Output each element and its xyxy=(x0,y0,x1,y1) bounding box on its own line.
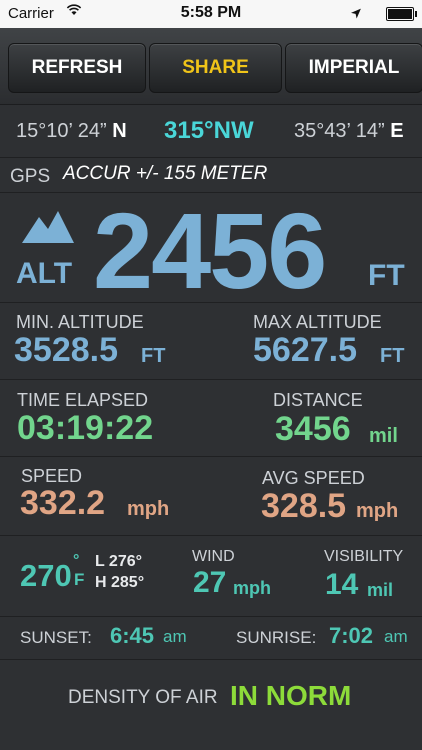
altitude-label: ALT xyxy=(16,257,73,290)
refresh-button[interactable]: REFRESH xyxy=(8,43,146,93)
temperature-unit: F xyxy=(74,570,85,589)
latitude-value: 15°10’ 24” xyxy=(16,120,107,142)
avg-speed-label: AVG SPEED xyxy=(262,468,365,488)
sunset-label: SUNSET: xyxy=(20,628,92,647)
max-altitude-value: 5627.5 xyxy=(253,331,357,369)
wind-value: 27 xyxy=(193,566,227,599)
toolbar: REFRESH SHARE IMPERIAL xyxy=(0,28,422,105)
degree-symbol: ° xyxy=(73,552,80,569)
gps-accuracy: ACCUR +/- 155 METER xyxy=(63,163,268,184)
max-altitude-unit: FT xyxy=(380,345,405,367)
latitude-direction: N xyxy=(112,120,127,142)
sunrise-time: 7:02 xyxy=(329,623,374,648)
low-temperature: L 276° xyxy=(95,553,143,570)
altitude-unit: FT xyxy=(368,259,405,292)
visibility-unit: mil xyxy=(367,580,394,600)
altitude-row: ALT 2456 FT xyxy=(0,190,422,311)
share-button[interactable]: SHARE xyxy=(149,43,282,93)
battery-icon xyxy=(386,7,417,21)
avg-speed-unit: mph xyxy=(356,500,399,522)
speed-value: 332.2 xyxy=(20,484,106,522)
avg-speed-value: 328.5 xyxy=(261,487,347,525)
distance-label: DISTANCE xyxy=(273,390,363,410)
weather-row: 270 ° F L 276° H 285° WIND 27 mph VISIBI… xyxy=(0,536,422,617)
min-altitude-label: MIN. ALTITUDE xyxy=(16,312,144,332)
wind-label: WIND xyxy=(192,548,235,565)
air-density-value: IN NORM xyxy=(230,680,352,711)
high-temperature: H 285° xyxy=(95,574,145,591)
time-elapsed-value: 03:19:22 xyxy=(17,409,154,447)
coordinates-row: 15°10’ 24” N 315°NW 35°43’ 14” E xyxy=(0,105,422,158)
time-elapsed-label: TIME ELAPSED xyxy=(17,390,149,410)
min-altitude-unit: FT xyxy=(141,345,166,367)
speed-row: SPEED 332.2 mph AVG SPEED 328.5 mph xyxy=(0,457,422,536)
sunrise-period: am xyxy=(384,627,408,646)
longitude-direction: E xyxy=(390,120,404,142)
sunset-time: 6:45 xyxy=(110,623,155,648)
air-density-row: DENSITY OF AIR IN NORM xyxy=(0,660,422,750)
sunrise-label: SUNRISE: xyxy=(236,628,317,647)
altitude-value: 2456 xyxy=(93,190,327,311)
altitude-range-row: MIN. ALTITUDE 3528.5 FT MAX ALTITUDE 562… xyxy=(0,303,422,380)
temperature-value: 270 xyxy=(20,558,72,593)
heading-value: 315°NW xyxy=(164,117,254,144)
wind-unit: mph xyxy=(233,578,271,598)
imperial-units-button[interactable]: IMPERIAL xyxy=(285,43,422,93)
longitude-value: 35°43’ 14” xyxy=(294,120,385,142)
visibility-label: VISIBILITY xyxy=(324,548,404,565)
time-distance-row: TIME ELAPSED 03:19:22 DISTANCE 3456 mil xyxy=(0,380,422,457)
visibility-value: 14 xyxy=(325,568,359,601)
status-bar: Carrier 5:58 PM xyxy=(0,0,422,28)
air-density-label: DENSITY OF AIR xyxy=(68,687,218,708)
sun-row: SUNSET: 6:45 am SUNRISE: 7:02 am xyxy=(0,617,422,660)
sunset-period: am xyxy=(163,627,187,646)
distance-unit: mil xyxy=(369,425,398,447)
mountain-icon xyxy=(22,211,74,248)
max-altitude-label: MAX ALTITUDE xyxy=(253,312,382,332)
gps-label: GPS xyxy=(10,166,51,187)
min-altitude-value: 3528.5 xyxy=(14,331,118,369)
distance-value: 3456 xyxy=(275,410,351,448)
speed-unit: mph xyxy=(127,498,170,520)
